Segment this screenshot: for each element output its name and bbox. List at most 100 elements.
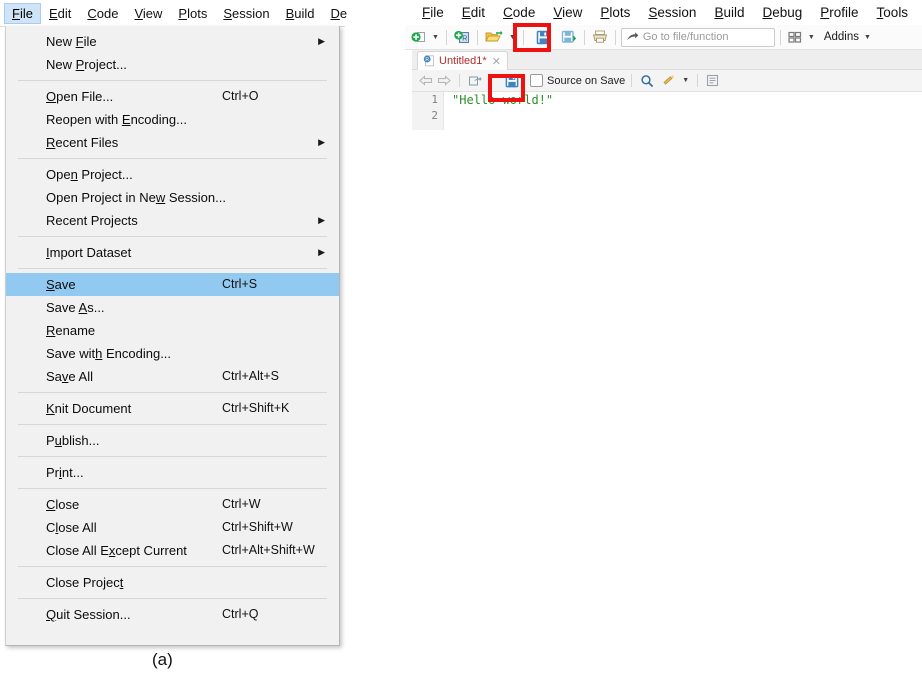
menubar-panel-b: File Edit Code View Plots Session Build Debug Pr… — [405, 0, 922, 24]
file-menu-dropdown[interactable]: New File ▶ New Project... Open File... Ctrl+… — [5, 26, 340, 646]
r-script-icon: R — [423, 55, 434, 67]
menubar-b-item-file[interactable]: File — [413, 3, 453, 22]
menubar-a-item-edit[interactable]: Edit — [41, 3, 79, 24]
menu-item-open-project[interactable]: Open Project... — [6, 163, 339, 186]
code-tools-button[interactable] — [660, 71, 678, 91]
editor-forward-button[interactable] — [435, 71, 453, 91]
menu-item-quit-session[interactable]: Quit Session... Ctrl+Q — [6, 603, 339, 626]
new-file-button[interactable] — [409, 27, 428, 47]
close-icon[interactable]: ✕ — [492, 55, 501, 68]
menu-item-close-all[interactable]: Close All Ctrl+Shift+W — [6, 516, 339, 539]
menu-item-close[interactable]: Close Ctrl+W — [6, 493, 339, 516]
menubar-a-item-code[interactable]: Code — [79, 3, 126, 24]
menu-item-save-all[interactable]: Save All Ctrl+Alt+S — [6, 365, 339, 388]
toolbar-save-all-button[interactable] — [559, 27, 579, 47]
editor-toolbar-divider — [631, 74, 633, 87]
menu-item-knit-document[interactable]: Knit Document Ctrl+Shift+K — [6, 397, 339, 420]
chevron-down-icon: ▼ — [807, 33, 815, 41]
code-tools-wand-icon — [663, 74, 676, 85]
open-folder-icon — [485, 30, 503, 41]
find-replace-button[interactable] — [638, 71, 656, 91]
menu-item-print[interactable]: Print... — [6, 461, 339, 484]
menubar-b-item-help[interactable]: Help — [917, 3, 922, 22]
menu-item-save-with-encoding[interactable]: Save with Encoding... — [6, 342, 339, 365]
menubar-a-item-file[interactable]: File — [4, 2, 41, 24]
menubar-panel-a: File Edit Code View Plots Session Build De — [0, 0, 347, 27]
menu-item-shortcut: Ctrl+O — [222, 89, 259, 103]
chevron-down-icon: ▼ — [432, 33, 439, 41]
menu-item-label: Open Project... — [46, 167, 133, 182]
editor-tabstrip: R Untitled1* ✕ — [412, 50, 922, 70]
menubar-b-item-debug[interactable]: Debug — [753, 3, 811, 22]
menubar-a-item-de[interactable]: De — [323, 3, 356, 24]
menubar-b-item-profile[interactable]: Profile — [811, 3, 867, 22]
menu-separator — [18, 80, 327, 81]
chevron-down-icon: ▼ — [682, 77, 690, 84]
editor-back-button[interactable] — [417, 71, 435, 91]
new-project-button[interactable]: R — [452, 27, 472, 47]
menu-item-label: Publish... — [46, 433, 100, 448]
main-toolbar: ▼ R ▼ Go to file/function ▼ Addins ▼ — [405, 25, 922, 50]
figure-root: File Edit Code View Plots Session Build De New … — [0, 0, 922, 685]
menubar-a-item-view[interactable]: View — [126, 3, 170, 24]
addins-button[interactable]: Addins ▼ — [817, 27, 873, 47]
code-tools-dropdown-button[interactable]: ▼ — [678, 71, 691, 91]
menu-item-label: Close All Except Current — [46, 543, 187, 558]
menubar-b-item-tools[interactable]: Tools — [868, 3, 918, 22]
svg-text:R: R — [462, 35, 467, 42]
menu-item-label: New File — [46, 34, 97, 49]
menubar-b-item-view[interactable]: View — [544, 3, 591, 22]
annotation-rect-toolbar-save — [513, 23, 551, 52]
menubar-b-item-code[interactable]: Code — [494, 3, 544, 22]
goto-placeholder-text: Go to file/function — [642, 31, 729, 43]
menu-item-new-project[interactable]: New Project... — [6, 53, 339, 76]
workspace-panes-button[interactable] — [786, 27, 804, 47]
menubar-a-item-session[interactable]: Session — [215, 3, 277, 24]
menu-item-open-project-in-new-session[interactable]: Open Project in New Session... — [6, 186, 339, 209]
menu-item-save-as[interactable]: Save As... — [6, 296, 339, 319]
figure-label-a: (a) — [152, 650, 173, 669]
source-on-save-checkbox[interactable] — [530, 74, 543, 87]
source-on-save-control[interactable]: Source on Save — [530, 74, 625, 87]
menu-item-open-file[interactable]: Open File... Ctrl+O — [6, 85, 339, 108]
editor-toolbar-divider — [459, 74, 460, 87]
menu-item-publish[interactable]: Publish... — [6, 429, 339, 452]
workspace-panes-dropdown-button[interactable]: ▼ — [804, 27, 817, 47]
svg-text:R: R — [425, 57, 429, 63]
goto-file-function-input[interactable]: Go to file/function — [620, 27, 775, 47]
back-arrow-icon — [419, 75, 433, 86]
menubar-b-item-edit[interactable]: Edit — [453, 3, 494, 22]
menu-item-recent-projects[interactable]: Recent Projects ▶ — [6, 209, 339, 232]
menu-item-reopen-with-encoding[interactable]: Reopen with Encoding... — [6, 108, 339, 131]
menubar-b-item-session[interactable]: Session — [639, 3, 705, 22]
menubar-a-item-plots[interactable]: Plots — [170, 3, 215, 24]
menu-item-recent-files[interactable]: Recent Files ▶ — [6, 131, 339, 154]
forward-arrow-icon — [437, 75, 451, 86]
menubar-b-item-build[interactable]: Build — [705, 3, 753, 22]
menubar-b-item-plots[interactable]: Plots — [591, 3, 639, 22]
menu-separator — [18, 392, 327, 393]
goto-arrow-icon — [626, 31, 639, 40]
print-button[interactable] — [590, 27, 610, 47]
menu-item-save[interactable]: Save Ctrl+S — [6, 273, 339, 296]
menu-item-close-project[interactable]: Close Project — [6, 571, 339, 594]
menu-separator — [18, 158, 327, 159]
print-icon — [592, 30, 607, 43]
menu-item-label: New Project... — [46, 57, 127, 72]
toolbar-divider — [614, 29, 616, 45]
menu-item-label: Close Project — [46, 575, 124, 590]
menu-item-new-file[interactable]: New File ▶ — [6, 30, 339, 53]
menu-item-label: Recent Projects — [46, 213, 138, 228]
show-in-new-window-button[interactable] — [466, 71, 484, 91]
editor-line-number-gutter: 12 — [412, 92, 444, 130]
menubar-a-item-build[interactable]: Build — [278, 3, 323, 24]
menu-separator — [18, 488, 327, 489]
menu-item-import-dataset[interactable]: Import Dataset ▶ — [6, 241, 339, 264]
menu-item-label: Print... — [46, 465, 84, 480]
menu-item-close-all-except-current[interactable]: Close All Except Current Ctrl+Alt+Shift+W — [6, 539, 339, 562]
open-file-button[interactable] — [483, 27, 505, 47]
document-outline-button[interactable] — [704, 71, 721, 91]
editor-tab-untitled1[interactable]: R Untitled1* ✕ — [417, 51, 508, 70]
menu-item-rename[interactable]: Rename — [6, 319, 339, 342]
new-file-dropdown-button[interactable]: ▼ — [428, 27, 441, 47]
